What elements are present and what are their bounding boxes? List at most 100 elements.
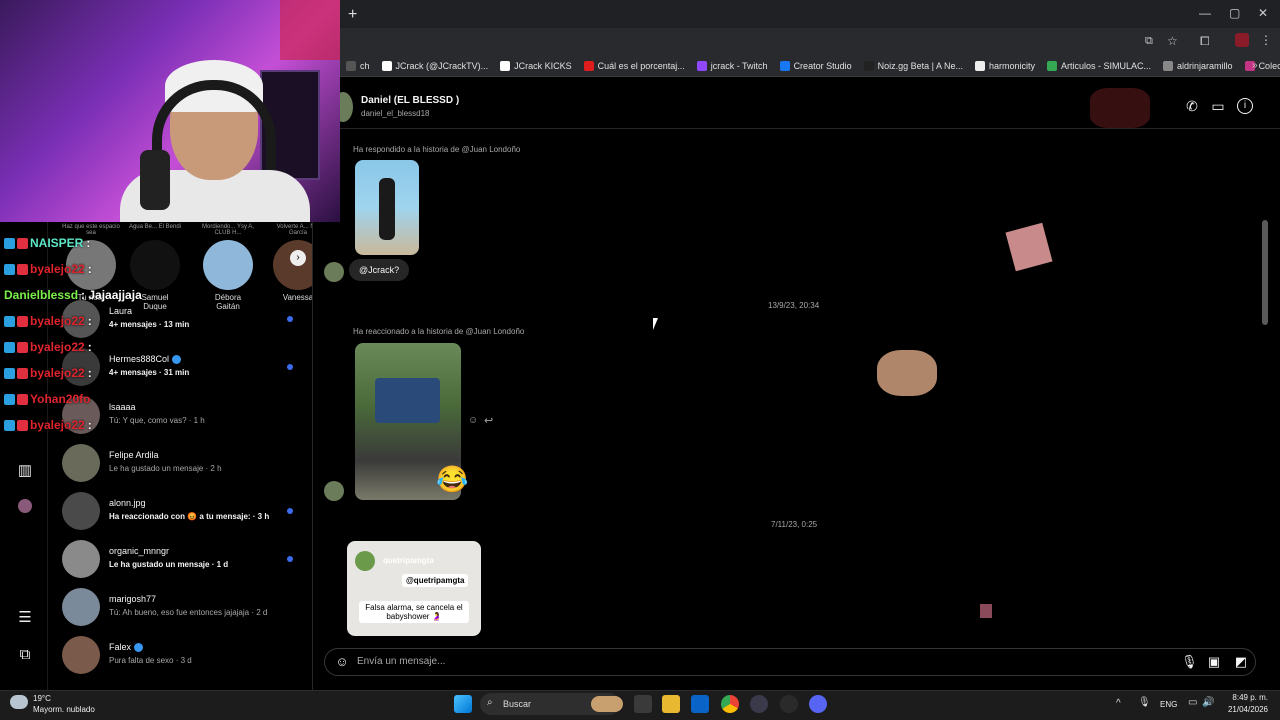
bookmark-label: Creator Studio (793, 60, 852, 71)
phone-icon[interactable]: ✆ (1184, 98, 1200, 114)
outlook-icon[interactable] (691, 695, 709, 713)
post-username: quetripamgta (383, 556, 434, 565)
bookmark-item[interactable]: jcrack - Twitch (691, 60, 774, 71)
info-icon[interactable]: i (1237, 98, 1253, 114)
bookmark-label: Noiz.gg Beta | A Ne... (877, 60, 963, 71)
maximize-button[interactable]: ▢ (1229, 6, 1240, 20)
close-window-button[interactable]: ✕ (1258, 6, 1268, 20)
chat-username: byalejo22 (30, 340, 85, 354)
sender-avatar[interactable] (324, 262, 344, 282)
address-bar[interactable]: ⧉ ☆ ⧠ ⋮ (340, 28, 1280, 55)
conversation-item[interactable]: marigosh77 Tú: Ah bueno, eso fue entonces… (62, 588, 307, 634)
microphone-icon[interactable]: 🎙 (1181, 654, 1198, 670)
install-icon[interactable]: ⧉ (1145, 35, 1153, 48)
network-icon[interactable]: ▭ (1188, 697, 1197, 708)
weather-temperature[interactable]: 19°C (33, 694, 51, 703)
bookmark-item[interactable]: Creator Studio (774, 60, 858, 71)
language-indicator[interactable]: ENG (1160, 700, 1177, 709)
microphone (140, 150, 170, 210)
bookmark-favicon-icon (863, 60, 874, 71)
clock-time[interactable]: 8:49 p. m. (1226, 693, 1268, 702)
bookmark-item[interactable]: Articulos - SIMULAC... (1041, 60, 1157, 71)
conversation-item[interactable]: Hermes888Col 4+ mensajes · 31 min (62, 348, 307, 394)
show-hidden-icons[interactable]: ^ (1116, 698, 1121, 709)
reply-icon[interactable]: ↩ (484, 414, 493, 427)
story-avatar (273, 240, 312, 290)
conversation-item[interactable]: lsaaaa Tú: Y que, como vas? · 1 h (62, 396, 307, 442)
stories-next-icon[interactable]: › (290, 250, 306, 266)
extensions-icon[interactable]: ⧠ (1200, 34, 1210, 49)
conversation-name-text: Falex (109, 642, 132, 652)
sender-avatar[interactable] (324, 481, 344, 501)
post-caption: Falsa alarma, se cancela el babyshower 🤰 (359, 601, 469, 623)
windows-start-icon[interactable] (454, 695, 472, 713)
story-thumbnail[interactable] (355, 160, 419, 255)
stream-chat-message: byalejo22: (4, 366, 92, 380)
apps-icon[interactable]: ⧉ (16, 646, 34, 664)
weather-icon[interactable] (10, 695, 28, 709)
insights-icon[interactable]: ▥ (16, 462, 34, 480)
bookmark-item[interactable]: JCrack (@JCrackTV)... (376, 60, 495, 71)
bookmark-favicon-icon (974, 60, 985, 71)
new-tab-button[interactable]: + (348, 6, 357, 24)
volume-icon[interactable]: 🔊 (1202, 697, 1214, 708)
bookmark-item[interactable]: JCrack KICKS (494, 60, 578, 71)
menu-kebab-icon[interactable]: ⋮ (1260, 33, 1272, 47)
file-explorer-icon[interactable] (662, 695, 680, 713)
shared-post[interactable]: quetripamgta @quetripamgta Falsa alarma,… (347, 541, 481, 636)
message-input[interactable]: Envía un mensaje... (357, 656, 445, 667)
mic-tray-icon[interactable]: 🎙 (1138, 697, 1151, 708)
conversation-item[interactable]: alonn.jpg Ha reaccionado con 😡 a tu mensa… (62, 492, 307, 538)
image-icon[interactable]: ▣ (1206, 654, 1222, 670)
chat-badge-icon (17, 394, 28, 406)
conversation-item[interactable]: Laura 4+ mensajes · 13 min (62, 300, 307, 346)
reaction-emoji: 😂 (436, 464, 469, 494)
conversation-name-text: Felipe Ardila (109, 450, 159, 460)
weather-description[interactable]: Mayorm. nublado (33, 705, 95, 714)
bookmark-star-icon[interactable]: ☆ (1167, 34, 1178, 48)
stream-chat-message: byalejo22: (4, 340, 92, 354)
bookmark-item[interactable]: Colección de M_blei... (1239, 60, 1280, 71)
bookmark-item[interactable]: aldrinjaramillo (1157, 60, 1239, 71)
avatar (62, 492, 100, 530)
more-bookmarks-icon[interactable]: » (1252, 60, 1258, 71)
menu-icon[interactable]: ☰ (16, 609, 34, 627)
chat-badge-icon (4, 316, 15, 328)
chat-contact-name[interactable]: Daniel (EL BLESSD ) (361, 95, 459, 106)
conversation-preview: Le ha gustado un mensaje · 1 d (109, 560, 229, 569)
bookmark-item[interactable]: Noiz.gg Beta | A Ne... (858, 60, 969, 71)
chrome-icon[interactable] (721, 695, 739, 713)
message-composer[interactable] (324, 648, 1256, 676)
verified-badge-icon (134, 643, 144, 653)
stream-chat-message: Yohan20fo (4, 392, 93, 406)
bookmark-label: Colección de M_blei... (1258, 60, 1280, 71)
conversation-item[interactable]: organic_mnngr Le ha gustado un mensaje · … (62, 540, 307, 586)
conversation-name-text: Laura (109, 306, 133, 316)
conversation-item[interactable]: Felipe Ardila Le ha gustado un mensaje · … (62, 444, 307, 490)
clock-date[interactable]: 21/04/2026 (1222, 705, 1268, 714)
discord-icon[interactable] (809, 695, 827, 713)
conversation-item[interactable]: Falex Pura falta de sexo · 3 d (62, 636, 307, 682)
emoji-icon[interactable]: ☺ (334, 654, 350, 670)
sticker-icon[interactable]: ◩ (1233, 654, 1249, 670)
bookmark-item[interactable]: harmonicity (969, 60, 1041, 71)
bookmark-favicon-icon (1047, 60, 1057, 71)
react-icon[interactable]: ☺ (468, 415, 478, 426)
profile-icon[interactable] (1235, 33, 1249, 47)
bookmark-item[interactable]: ch (340, 60, 376, 71)
profile-avatar[interactable] (18, 499, 32, 513)
bookmark-label: harmonicity (988, 60, 1035, 71)
minimize-button[interactable]: — (1199, 6, 1211, 20)
task-view-icon[interactable] (634, 695, 652, 713)
scrollbar-thumb[interactable] (1262, 220, 1268, 325)
obs-icon[interactable] (750, 695, 768, 713)
message-bubble[interactable]: @Jcrack? (349, 259, 410, 281)
story-item[interactable]: Volverte A... Nio GarcíaVanessa (273, 224, 312, 302)
chat-badge-icon (4, 264, 15, 276)
bookmark-item[interactable]: Cuál es el porcentaj... (578, 60, 691, 71)
avatar (62, 540, 100, 578)
video-call-icon[interactable]: ▭ (1210, 98, 1226, 114)
bookmark-label: ch (360, 60, 370, 71)
app-icon[interactable] (780, 695, 798, 713)
chat-username: Danielblessd (4, 288, 79, 302)
